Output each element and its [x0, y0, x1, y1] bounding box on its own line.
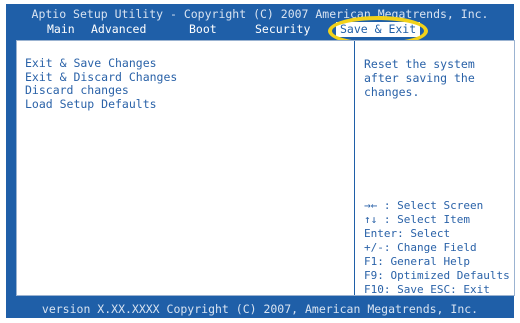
- key-select-screen: →← : Select Screen: [364, 199, 484, 212]
- key-select-item: ↑↓ : Select Item: [364, 213, 470, 226]
- key-save-exit: F10: Save ESC: Exit: [364, 283, 490, 296]
- tab-boot[interactable]: Boot: [189, 22, 217, 37]
- tab-bar: Main Advanced Boot Security Save & Exit: [6, 22, 514, 37]
- key-legend: →← : Select Screen ↑↓ : Select Item Ente…: [364, 199, 510, 297]
- key-general-help: F1: General Help: [364, 255, 470, 268]
- menu-item-load-setup-defaults[interactable]: Load Setup Defaults: [25, 97, 177, 112]
- menu-item-exit-discard-changes[interactable]: Exit & Discard Changes: [25, 70, 177, 85]
- menu-list: Exit & Save Changes Exit & Discard Chang…: [25, 56, 177, 112]
- tab-main[interactable]: Main: [47, 22, 75, 37]
- footer-version: version X.XX.XXXX Copyright (C) 2007, Am…: [41, 302, 479, 316]
- key-enter-select: Enter: Select: [364, 227, 451, 240]
- window-title: Aptio Setup Utility - Copyright (C) 2007…: [31, 7, 489, 21]
- help-pane: Reset the system after saving the change…: [355, 41, 515, 297]
- options-pane: Exit & Save Changes Exit & Discard Chang…: [17, 41, 355, 295]
- key-change-field: +/-: Change Field: [364, 241, 477, 254]
- help-text: Reset the system after saving the change…: [364, 57, 475, 99]
- tab-advanced[interactable]: Advanced: [91, 22, 146, 37]
- main-panel: Exit & Save Changes Exit & Discard Chang…: [16, 40, 515, 296]
- menu-item-discard-changes[interactable]: Discard changes: [25, 83, 177, 98]
- key-optimized-defaults: F9: Optimized Defaults: [364, 269, 510, 282]
- tab-security[interactable]: Security: [255, 22, 310, 37]
- bios-setup-window: Aptio Setup Utility - Copyright (C) 2007…: [6, 4, 515, 318]
- tab-save-exit[interactable]: Save & Exit: [336, 22, 421, 37]
- menu-item-exit-save-changes[interactable]: Exit & Save Changes: [25, 56, 177, 71]
